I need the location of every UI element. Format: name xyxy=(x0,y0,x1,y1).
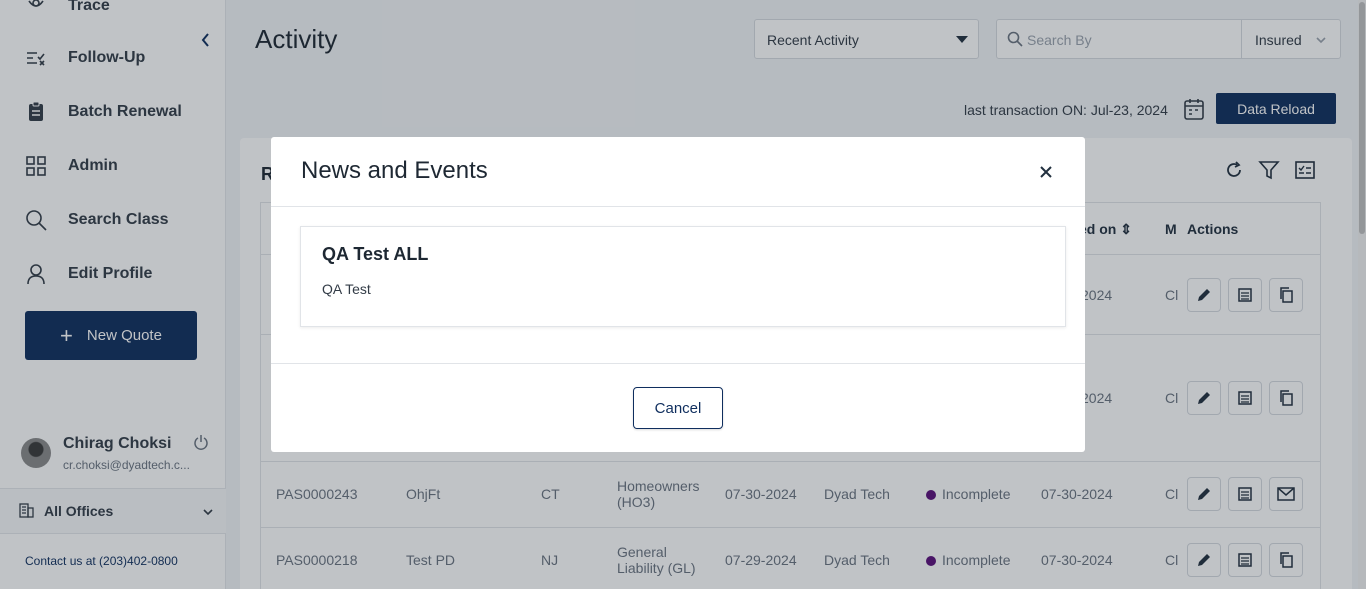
divider xyxy=(271,206,1085,207)
news-events-modal: News and Events QA Test ALL QA Test Canc… xyxy=(271,137,1085,452)
modal-title: News and Events xyxy=(301,157,488,184)
divider xyxy=(271,363,1085,364)
news-title: QA Test ALL xyxy=(322,244,429,264)
cancel-button[interactable]: Cancel xyxy=(633,387,723,429)
news-body: QA Test xyxy=(322,281,371,297)
close-icon[interactable] xyxy=(1037,163,1055,181)
news-item: QA Test ALL QA Test xyxy=(300,226,1066,327)
